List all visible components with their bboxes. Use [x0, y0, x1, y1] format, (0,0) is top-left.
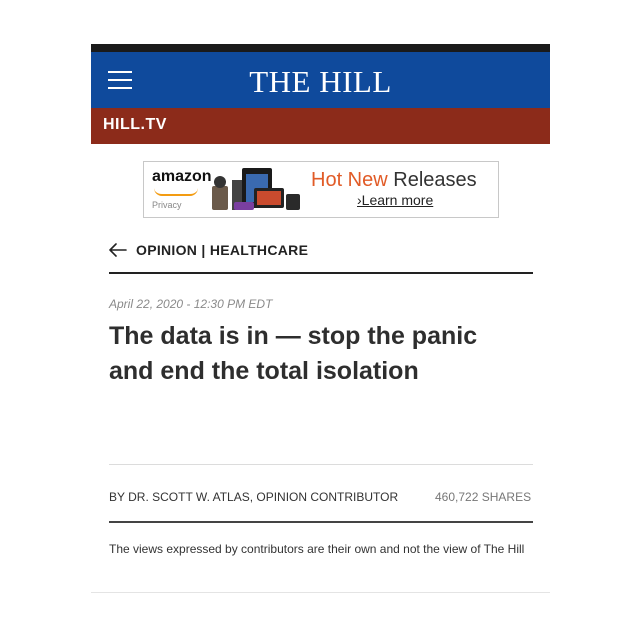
article-page: THE HILL HILL.TV amazon Privacy Hot New …	[91, 44, 550, 596]
ad-headline: Hot New Releases	[311, 169, 477, 191]
ad-privacy-link[interactable]: Privacy	[152, 200, 182, 210]
divider	[109, 521, 533, 523]
site-header: THE HILL	[91, 52, 550, 108]
status-strip	[91, 44, 550, 52]
back-arrow-icon[interactable]	[109, 243, 127, 257]
divider	[109, 272, 533, 274]
section-bar: HILL.TV	[91, 108, 550, 144]
breadcrumb-section-link[interactable]: OPINION | HEALTHCARE	[136, 242, 308, 258]
share-count-number: 460,722	[435, 490, 479, 504]
publish-date: April 22, 2020 - 12:30 PM EDT	[109, 297, 273, 311]
share-count: 460,722 SHARES	[435, 490, 531, 504]
author-byline[interactable]: BY DR. SCOTT W. ATLAS, OPINION CONTRIBUT…	[109, 490, 398, 504]
amazon-ad-banner[interactable]: amazon Privacy Hot New Releases ›Learn m…	[143, 161, 499, 218]
hill-tv-link[interactable]: HILL.TV	[103, 116, 167, 134]
article-title: The data is in — stop the panic and end …	[109, 322, 478, 385]
ad-learn-more-link[interactable]: ›Learn more	[357, 192, 433, 208]
ad-products-image	[212, 168, 300, 210]
breadcrumb: OPINION | HEALTHCARE	[109, 241, 529, 261]
divider	[91, 592, 550, 593]
divider	[109, 464, 533, 465]
share-count-label: SHARES	[481, 490, 532, 504]
contributor-disclaimer: The views expressed by contributors are …	[109, 542, 525, 556]
amazon-logo: amazon	[152, 168, 212, 185]
amazon-smile-icon	[154, 188, 198, 196]
site-logo[interactable]: THE HILL	[91, 64, 550, 100]
